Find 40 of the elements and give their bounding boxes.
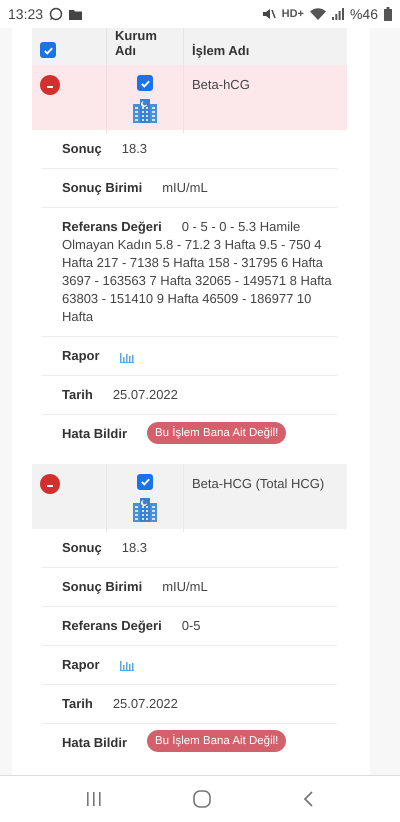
detail-text: Referans Değeri 0-5 [62, 618, 201, 633]
home-icon[interactable] [192, 790, 211, 808]
folder-icon [69, 8, 82, 20]
detail-label: Hata Bildir [62, 734, 128, 750]
remove-icon[interactable] [40, 75, 60, 95]
mute-icon [262, 8, 276, 20]
wifi-icon [310, 8, 326, 20]
bar-chart-icon[interactable] [120, 659, 134, 672]
select-all-checkbox[interactable] [40, 42, 56, 58]
hospital-building-icon [132, 496, 158, 522]
test-name: Beta-HCG (Total HCG) [192, 474, 324, 493]
detail-text: Referans Değeri 0 - 5 - 0 - 5.3 Hamile Olmayan Kadın 5.8 - 71.2 3 Hafta 9.5 - 750 4 Hafta 217 - 7138 5 Hafta 158 - 31795 6 Hafta 3697 - 163563 7 Hafta 32065 - 149571 8 Hafta 63803 - 151410 9 Hafta 46509 - 186977 10 Hafta [62, 219, 332, 324]
detail-label: Rapor [62, 348, 100, 363]
row-checkbox[interactable] [137, 75, 153, 91]
detail-label: Rapor [62, 656, 100, 672]
hospital-building-icon [132, 97, 158, 123]
network-type: HD+ [282, 8, 304, 20]
back-icon[interactable] [302, 791, 314, 807]
column-header: Kurum Adı [115, 28, 158, 58]
recent-apps-icon[interactable] [86, 792, 102, 806]
row-checkbox[interactable] [137, 474, 153, 490]
clock: 13:23 [8, 6, 44, 22]
report-error-button[interactable]: Bu İşlem Bana Ait Değil! [147, 730, 286, 752]
battery-level: %46 [350, 6, 378, 22]
battery-icon [384, 7, 392, 21]
detail-text: Sonuç 18.3 [62, 540, 148, 555]
detail-text: Sonuç Birimi mIU/mL [62, 180, 208, 195]
detail-text: Sonuç Birimi mIU/mL [62, 578, 208, 594]
chat-icon [49, 7, 64, 21]
detail-text: Sonuç 18.3 [62, 141, 148, 156]
detail-text: Tarih 25.07.2022 [62, 696, 178, 711]
column-header: İşlem Adı [192, 43, 250, 58]
test-name: Beta-hCG [192, 76, 250, 94]
remove-icon[interactable] [40, 474, 60, 494]
checkmark-icon [140, 476, 150, 488]
signal-icon [332, 8, 344, 20]
detail-text: Tarih 25.07.2022 [62, 387, 178, 402]
detail-label: Hata Bildir [62, 426, 128, 441]
bar-chart-icon[interactable] [120, 350, 134, 363]
report-error-button[interactable]: Bu İşlem Bana Ait Değil! [147, 422, 286, 444]
